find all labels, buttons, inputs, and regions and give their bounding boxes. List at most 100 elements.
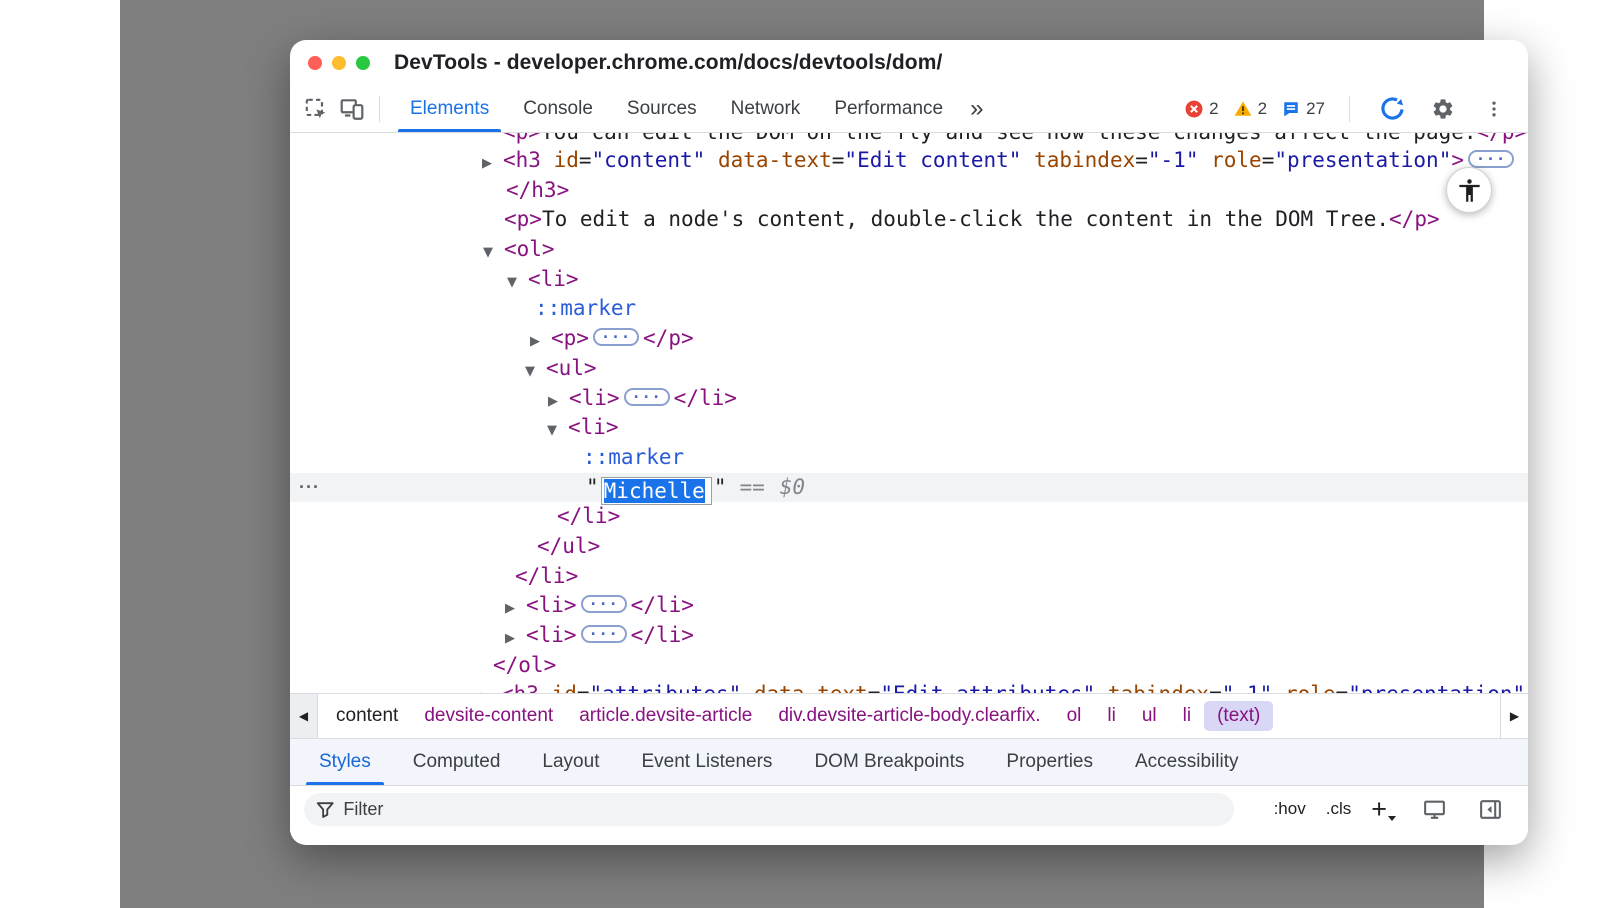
drawer-tab-dom-breakpoints[interactable]: DOM Breakpoints <box>793 739 985 785</box>
code-token-val: "Edit attributes" <box>880 682 1095 693</box>
dom-node-row[interactable]: ▼<li> <box>290 413 1528 443</box>
disclosure-triangle-expanded-icon[interactable]: ▼ <box>547 416 568 446</box>
dom-node-row[interactable]: </ol> <box>290 651 1528 681</box>
disclosure-triangle-expanded-icon[interactable]: ▼ <box>507 268 528 298</box>
breadcrumb-div-devsite-article-body-clearfix[interactable]: div.devsite-article-body.clearfix. <box>765 701 1053 731</box>
dom-node-row[interactable]: </h3> <box>290 176 1528 206</box>
dom-node-row[interactable]: ▼<ul> <box>290 354 1528 384</box>
inline-expand-ellipsis-button[interactable]: ··· <box>1468 150 1514 168</box>
code-token-attr: data-text <box>705 148 831 172</box>
reload-devtools-button[interactable] <box>1374 91 1410 127</box>
new-style-rule-button[interactable]: + <box>1371 798 1396 820</box>
rendering-emulations-button[interactable] <box>1416 791 1452 827</box>
code-token-val: "-1" <box>1222 682 1273 693</box>
breadcrumb-ul[interactable]: ul <box>1129 701 1170 731</box>
breadcrumb-bar: ◀ contentdevsite-contentarticle.devsite-… <box>290 693 1528 739</box>
disclosure-triangle-collapsed-icon[interactable]: ▶ <box>480 683 501 693</box>
dom-node-row[interactable]: ▶<li>···</li> <box>290 621 1528 651</box>
dom-node-row[interactable]: <p>You can edit the DOM on the fly and s… <box>290 133 1528 146</box>
dom-node-row[interactable]: ▼<li> <box>290 265 1528 295</box>
breadcrumb-devsite-content[interactable]: devsite-content <box>411 701 566 731</box>
tab-sources[interactable]: Sources <box>610 85 714 132</box>
warning-count: 2 <box>1258 99 1267 119</box>
code-token-tag: </li> <box>515 564 578 588</box>
tab-elements[interactable]: Elements <box>393 85 506 132</box>
dom-node-row[interactable]: <p>To edit a node's content, double-clic… <box>290 205 1528 235</box>
disclosure-triangle-expanded-icon[interactable]: ▼ <box>525 357 546 387</box>
dom-node-row[interactable]: ▼<ol> <box>290 235 1528 265</box>
breadcrumb-text[interactable]: (text) <box>1204 701 1273 731</box>
code-token-attr: tabindex <box>1021 148 1135 172</box>
code-token-attr: id <box>539 682 577 693</box>
disclosure-triangle-collapsed-icon[interactable]: ▶ <box>482 149 503 179</box>
drawer-tab-properties[interactable]: Properties <box>985 739 1114 785</box>
breadcrumb-scroll-right-button[interactable]: ▶ <box>1500 694 1528 738</box>
filter-input[interactable] <box>343 799 1228 820</box>
code-token-tag: <li> <box>569 386 620 410</box>
row-overflow-menu-icon[interactable]: ··· <box>299 473 320 503</box>
disclosure-triangle-collapsed-icon[interactable]: ▶ <box>505 594 526 624</box>
breadcrumb-ol[interactable]: ol <box>1054 701 1095 731</box>
inline-expand-ellipsis-button[interactable]: ··· <box>581 625 627 643</box>
toggle-element-state-button[interactable]: :hov <box>1274 799 1306 819</box>
minimize-window-button[interactable] <box>332 56 346 70</box>
disclosure-triangle-collapsed-icon[interactable]: ▶ <box>505 624 526 654</box>
dom-node-row[interactable]: </li> <box>290 562 1528 592</box>
disclosure-triangle-expanded-icon[interactable]: ▼ <box>483 238 504 268</box>
breadcrumb-article-devsite-article[interactable]: article.devsite-article <box>566 701 765 731</box>
dom-node-row[interactable]: ▶<p>···</p> <box>290 324 1528 354</box>
device-toolbar-button[interactable] <box>334 91 370 127</box>
more-tabs-button[interactable]: » <box>960 95 993 123</box>
dom-node-row[interactable]: </ul> <box>290 532 1528 562</box>
inline-expand-ellipsis-button[interactable]: ··· <box>593 328 639 346</box>
tab-performance[interactable]: Performance <box>817 85 960 132</box>
settings-button[interactable] <box>1425 91 1461 127</box>
issues-icon <box>1282 100 1300 118</box>
dom-node-row[interactable]: ▶<h3 id="attributes" data-text="Edit att… <box>290 680 1528 693</box>
drawer-tab-event-listeners[interactable]: Event Listeners <box>620 739 793 785</box>
filter-field[interactable] <box>304 793 1234 826</box>
code-token-p: = <box>579 148 592 172</box>
tab-network[interactable]: Network <box>714 85 818 132</box>
accessibility-overlay-button[interactable] <box>1446 167 1492 213</box>
close-window-button[interactable] <box>308 56 322 70</box>
dom-node-row[interactable]: ▶<li>···</li> <box>290 384 1528 414</box>
dom-node-row[interactable]: ::marker <box>290 294 1528 324</box>
drawer-tab-styles[interactable]: Styles <box>298 739 392 785</box>
breadcrumb-li[interactable]: li <box>1094 701 1128 731</box>
drawer-tab-computed[interactable]: Computed <box>392 739 522 785</box>
dom-node-row[interactable]: ::marker <box>290 443 1528 473</box>
code-token-p: = <box>1209 682 1222 693</box>
breadcrumb-scroll-left-button[interactable]: ◀ <box>290 694 318 738</box>
inspect-element-button[interactable] <box>298 91 334 127</box>
breadcrumb-content[interactable]: content <box>323 701 411 731</box>
code-token-tag: </h3> <box>506 178 569 202</box>
rendering-emulations-icon <box>1422 797 1447 822</box>
toolbar-separator <box>1349 96 1350 122</box>
element-classes-button[interactable]: .cls <box>1326 799 1352 819</box>
inline-expand-ellipsis-button[interactable]: ··· <box>581 595 627 613</box>
sidebar-toggle-button[interactable] <box>1472 791 1508 827</box>
background-matte: DevTools - developer.chrome.com/docs/dev… <box>120 0 1484 908</box>
drawer-tab-layout[interactable]: Layout <box>521 739 620 785</box>
dom-node-row[interactable]: ▶<h3 id="content" data-text="Edit conten… <box>290 146 1528 176</box>
console-errors-badge[interactable]: 2 <box>1185 99 1218 119</box>
code-token-tag: <ol> <box>504 237 555 261</box>
dom-node-row[interactable]: </li> <box>290 502 1528 532</box>
inline-expand-ellipsis-button[interactable]: ··· <box>624 388 670 406</box>
code-token-tag: </li> <box>631 593 694 617</box>
inline-text-editor[interactable]: Michelle <box>601 477 712 505</box>
disclosure-triangle-collapsed-icon[interactable]: ▶ <box>530 327 551 357</box>
dom-node-row[interactable]: ▶<li>···</li> <box>290 591 1528 621</box>
disclosure-triangle-collapsed-icon[interactable]: ▶ <box>548 387 569 417</box>
settings-gear-icon <box>1431 97 1455 121</box>
breadcrumb-li[interactable]: li <box>1170 701 1204 731</box>
drawer-tab-accessibility[interactable]: Accessibility <box>1114 739 1259 785</box>
dom-node-row[interactable]: ···"Michelle"==$0 <box>290 473 1528 503</box>
zoom-window-button[interactable] <box>356 56 370 70</box>
console-warnings-badge[interactable]: 2 <box>1234 99 1267 119</box>
kebab-menu-button[interactable] <box>1476 91 1512 127</box>
issues-badge[interactable]: 27 <box>1282 99 1325 119</box>
tab-console[interactable]: Console <box>506 85 610 132</box>
code-token-val: "presentation" <box>1348 682 1525 693</box>
